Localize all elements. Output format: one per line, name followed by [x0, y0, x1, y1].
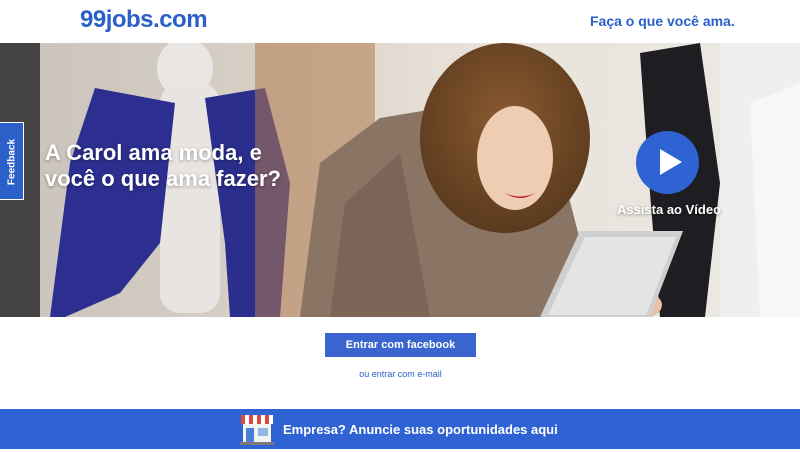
company-advertise-bar[interactable]: Empresa? Anuncie suas oportunidades aqui — [0, 409, 800, 449]
play-icon — [660, 149, 682, 175]
logo[interactable]: 99jobs.com — [80, 6, 208, 34]
feedback-label: Feedback — [6, 138, 18, 186]
play-video-button[interactable] — [636, 131, 699, 194]
facebook-login-button[interactable]: Entrar com facebook — [325, 333, 476, 357]
storefront-icon — [240, 415, 274, 445]
site-header: 99jobs.com Faça o que você ama. — [0, 0, 800, 43]
tagline: Faça o que você ama. — [590, 13, 735, 29]
company-bar-label: Empresa? Anuncie suas oportunidades aqui — [283, 422, 558, 437]
hero-headline: A Carol ama moda, e você o que ama fazer… — [45, 140, 281, 191]
feedback-tab[interactable]: Feedback — [0, 122, 24, 200]
watch-video-label[interactable]: Assista ao Vídeo — [604, 202, 734, 217]
email-login-link[interactable]: ou entrar com e-mail — [325, 369, 476, 379]
hero-banner: A Carol ama moda, e você o que ama fazer… — [0, 43, 800, 317]
